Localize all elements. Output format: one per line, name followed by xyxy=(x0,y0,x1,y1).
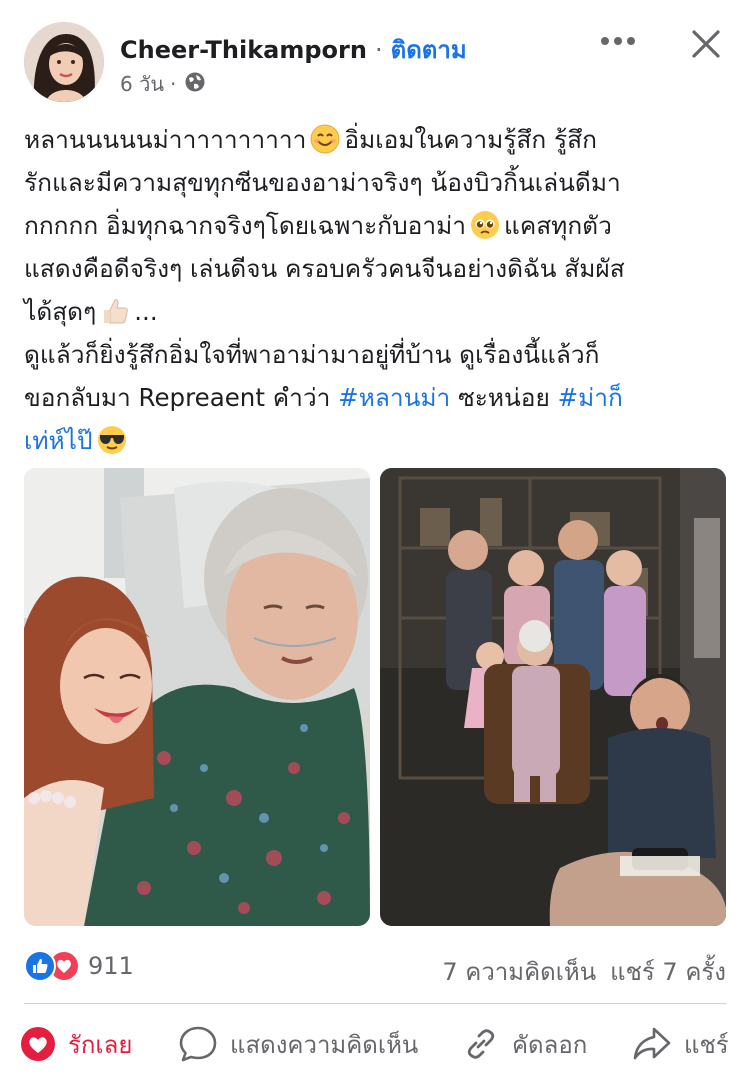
like-reaction-icon xyxy=(24,950,56,982)
reaction-count: 911 xyxy=(88,952,134,980)
share-button[interactable]: แชร์ xyxy=(632,1022,729,1066)
comment-count[interactable]: 7 ความคิดเห็น xyxy=(442,958,596,986)
text-seg: ... xyxy=(134,297,158,326)
hashtag-link[interactable]: เท่ห์ไป๊ xyxy=(24,426,93,455)
text-seg: กกกกก อิ่มทุกฉากจริงๆโดยเฉพาะกับอาม่า xyxy=(24,211,467,240)
action-bar: รักเลย แสดงความคิดเห็น คัดลอก แชร์ xyxy=(0,1010,750,1076)
text-line-7: ขอกลับมา Repreaent คำว่า #หลานม่า ซะหน่อ… xyxy=(24,376,730,419)
comment-label: แสดงความคิดเห็น xyxy=(230,1030,419,1059)
text-line-4: แสดงคือดีจริงๆ เล่นดีจน ครอบครัวคนจีนอย่… xyxy=(24,254,625,283)
pleading-face-emoji-icon xyxy=(470,210,500,240)
photo-family-poster[interactable] xyxy=(380,468,726,926)
thumbs-up-emoji-icon xyxy=(100,296,130,326)
engagement-counts: 7 ความคิดเห็น แชร์ 7 ครั้ง xyxy=(428,952,726,991)
text-seg: แคสทุกตัว xyxy=(504,211,612,240)
text-seg: ได้สุดๆ xyxy=(24,297,97,326)
comment-button[interactable]: แสดงความคิดเห็น xyxy=(178,1022,418,1066)
text-seg: อิ่มเอมในความรู้สึก รู้สึก xyxy=(344,125,597,154)
photo-selfie-grandma[interactable] xyxy=(24,468,370,926)
text-line-8: เท่ห์ไป๊ xyxy=(24,419,730,462)
divider xyxy=(24,1003,726,1004)
text-line-5: ได้สุดๆ... xyxy=(24,290,730,333)
author-line: Cheer-Thikamporn · ติดตาม xyxy=(120,30,467,69)
meta-separator: · xyxy=(169,72,177,96)
comment-icon xyxy=(178,1024,218,1064)
avatar[interactable] xyxy=(24,22,104,102)
post-time[interactable]: 6 วัน xyxy=(120,68,164,100)
hashtag-link[interactable]: #หลานม่า xyxy=(338,383,450,412)
copy-label: คัดลอก xyxy=(512,1030,588,1059)
love-label: รักเลย xyxy=(68,1030,133,1059)
author-name[interactable]: Cheer-Thikamporn xyxy=(120,36,367,64)
share-label: แชร์ xyxy=(684,1030,729,1059)
post-meta: 6 วัน · xyxy=(120,68,206,100)
reactions-summary[interactable]: 911 xyxy=(24,950,134,982)
more-options-icon[interactable] xyxy=(598,26,638,56)
text-line-3: กกกกก อิ่มทุกฉากจริงๆโดยเฉพาะกับอาม่า แคส… xyxy=(24,204,730,247)
copy-link-button[interactable]: คัดลอก xyxy=(462,1022,587,1066)
text-seg: ซะหน่อย xyxy=(450,383,558,412)
post-stats: 911 7 ความคิดเห็น แชร์ 7 ครั้ง xyxy=(24,946,726,986)
text-line-6: ดูแล้วก็ยิ่งรู้สึกอิ่มใจที่พาอาม่ามาอยู่… xyxy=(24,340,600,369)
post-header: Cheer-Thikamporn · ติดตาม 6 วัน · xyxy=(0,0,750,110)
hashtag-link[interactable]: #ม่าก็ xyxy=(558,383,623,412)
share-count[interactable]: แชร์ 7 ครั้ง xyxy=(610,958,726,986)
post-text: หลานนนนนม่าาาาาาาาาา อิ่มเอมในความรู้สึก … xyxy=(24,118,730,462)
text-seg: หลานนนนนม่าาาาาาาาาา xyxy=(24,125,307,154)
link-icon xyxy=(462,1025,500,1063)
text-line-2: รักและมีความสุขทุกซีนของอาม่าจริงๆ น้องบ… xyxy=(24,168,621,197)
smiling-face-emoji-icon xyxy=(310,124,340,154)
separator: · xyxy=(374,36,383,64)
close-icon[interactable] xyxy=(686,24,726,64)
share-arrow-icon xyxy=(632,1025,672,1063)
sunglasses-emoji-icon xyxy=(97,425,127,455)
heart-icon xyxy=(20,1026,56,1062)
love-button[interactable]: รักเลย xyxy=(20,1022,132,1066)
text-line-1: หลานนนนนม่าาาาาาาาาา อิ่มเอมในความรู้สึก … xyxy=(24,118,730,161)
text-seg: ขอกลับมา Repreaent คำว่า xyxy=(24,383,339,412)
follow-button[interactable]: ติดตาม xyxy=(391,30,467,69)
globe-icon xyxy=(184,71,206,98)
